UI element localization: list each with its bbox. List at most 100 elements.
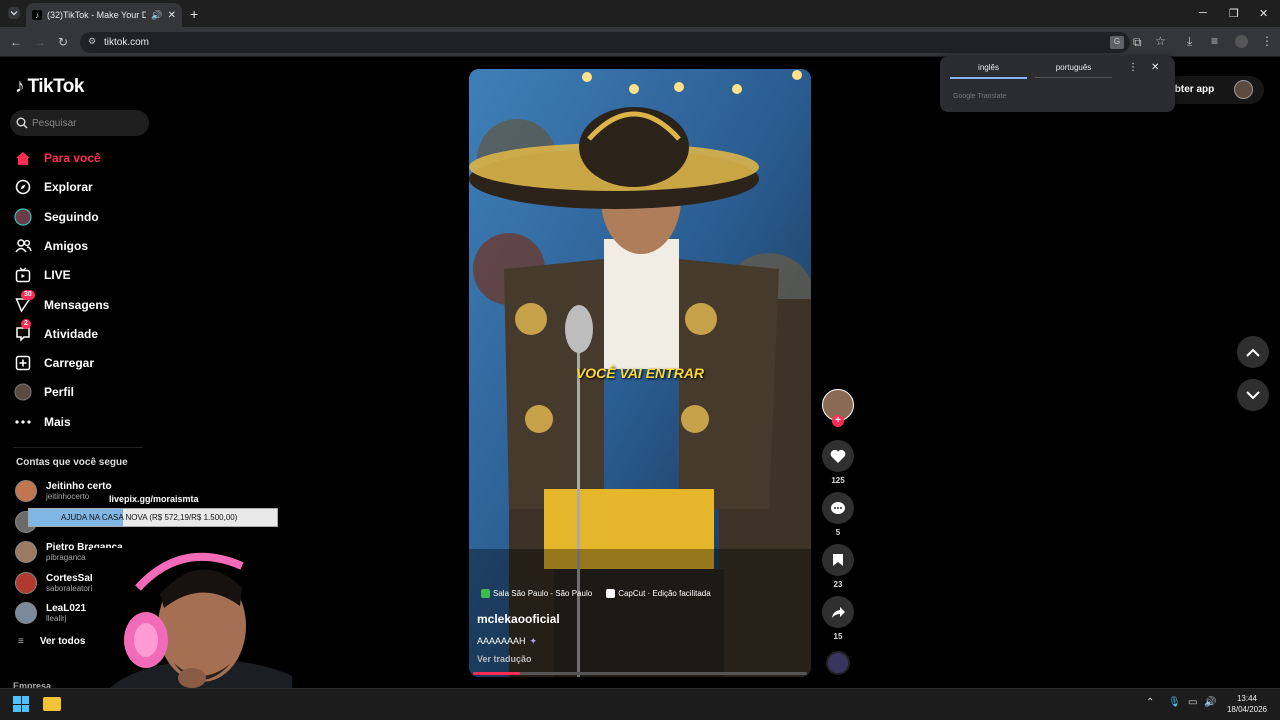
microphone-icon[interactable]: 🎙 — [1168, 697, 1181, 708]
logo-text: TikTok — [27, 76, 85, 97]
sidebar-item-live[interactable]: LIVE — [14, 263, 71, 287]
restore-button[interactable]: ❐ — [1229, 7, 1239, 20]
heart-icon — [830, 449, 846, 463]
more-icon — [14, 413, 32, 431]
minimize-button[interactable]: ─ — [1199, 7, 1207, 19]
next-video-button[interactable] — [1237, 379, 1269, 411]
reading-list-icon[interactable]: ≡ — [1211, 35, 1218, 47]
address-bar[interactable]: ⚙ tiktok.com — [80, 32, 1130, 53]
tab-search-button[interactable] — [8, 7, 20, 19]
see-translation-link[interactable]: Ver tradução — [477, 654, 532, 664]
volume-icon[interactable]: 🔊 — [1204, 697, 1216, 708]
capcut-text: CapCut · Edição facilitada — [618, 589, 711, 598]
windows-start-icon[interactable] — [13, 696, 29, 712]
like-button[interactable] — [822, 440, 854, 472]
upload-icon — [14, 354, 32, 372]
sidebar-item-para-voc-[interactable]: Para você — [14, 146, 101, 170]
url-text: tiktok.com — [104, 37, 150, 48]
account-info: Jeitinho certo jeitinhocerto — [46, 481, 112, 501]
capcut-tag[interactable]: CapCut · Edição facilitada — [606, 589, 711, 598]
network-icon[interactable]: ▭ — [1188, 697, 1197, 708]
capcut-icon — [606, 589, 616, 598]
profile-avatar-icon[interactable] — [1235, 35, 1248, 48]
following-heading: Contas que você segue — [16, 457, 128, 468]
donation-goal-bar: AJUDA NA CASA NOVA (R$ 572,19/R$ 1.500,0… — [28, 508, 278, 527]
sidebar-item-mensagens[interactable]: 30 Mensagens — [14, 289, 109, 317]
sidebar-item-carregar[interactable]: Carregar — [14, 351, 94, 375]
clock-date: 18/04/2026 — [1226, 705, 1268, 714]
audio-icon[interactable]: 🔊 — [151, 10, 162, 21]
clock-time: 13:44 — [1236, 694, 1258, 703]
user-avatar[interactable] — [1234, 80, 1253, 99]
description-text: AAAAAAAH — [477, 636, 526, 646]
friends-icon — [14, 237, 32, 255]
divider — [13, 447, 143, 448]
lang-from-tab[interactable]: inglês — [950, 63, 1027, 79]
reload-button[interactable]: ↻ — [58, 36, 68, 48]
tiktok-logo[interactable]: ♪ TikTok — [15, 76, 84, 98]
save-count: 23 — [833, 580, 843, 589]
close-icon[interactable]: ✕ — [1151, 62, 1159, 73]
comment-button[interactable] — [822, 492, 854, 524]
file-explorer-icon[interactable] — [43, 697, 61, 711]
follow-plus-button[interactable]: + — [832, 415, 844, 427]
sidebar-item-label: Explorar — [44, 180, 93, 195]
translate-icon[interactable]: G — [1110, 36, 1124, 49]
search-placeholder: Pesquisar — [32, 117, 77, 129]
share-icon — [831, 606, 845, 618]
account-avatar — [15, 541, 37, 563]
save-button[interactable] — [822, 544, 854, 576]
notification-badge: 30 — [21, 289, 35, 300]
following-account[interactable]: LeaL021 lleallrj — [15, 600, 86, 626]
share-button[interactable] — [822, 596, 854, 628]
lang-to-tab[interactable]: português — [1035, 63, 1112, 78]
music-disc-icon[interactable] — [826, 651, 850, 675]
close-window-button[interactable]: ✕ — [1259, 7, 1268, 20]
account-username: jeitinhocerto — [46, 492, 90, 501]
home-icon — [14, 149, 32, 167]
comment-count: 5 — [835, 528, 841, 537]
following-avatar-icon — [14, 207, 32, 226]
search-input[interactable]: Pesquisar — [10, 110, 149, 136]
previous-video-button[interactable] — [1237, 336, 1269, 368]
video-progress-bar[interactable] — [473, 672, 807, 675]
video-player[interactable]: VOCÊ VAI ENTRAR Sala São Paulo - São Pau… — [469, 69, 811, 677]
windows-taskbar — [0, 688, 1280, 720]
download-icon[interactable]: ⤓ — [1187, 35, 1192, 47]
compass-icon — [14, 178, 32, 196]
live-icon — [14, 266, 32, 284]
like-count: 125 — [831, 476, 845, 485]
account-avatar — [15, 480, 37, 502]
close-tab-icon[interactable]: ✕ — [168, 10, 176, 21]
tray-chevron-up-icon[interactable]: ⌃ — [1146, 697, 1154, 708]
see-all-link[interactable]: ≡ Ver todos — [18, 636, 85, 647]
sidebar-item-amigos[interactable]: Amigos — [14, 234, 88, 258]
video-author[interactable]: mclekaooficial — [477, 612, 560, 626]
chrome-menu-icon[interactable]: ⋮ — [1261, 35, 1273, 47]
translate-menu-icon[interactable]: ⋮ — [1128, 62, 1138, 73]
list-icon: ≡ — [18, 636, 24, 647]
site-info-icon[interactable]: ⚙ — [88, 36, 96, 47]
sidebar-item-atividade[interactable]: 2 Atividade — [14, 318, 98, 346]
sidebar-item-mais[interactable]: Mais — [14, 410, 71, 434]
back-button[interactable]: ← — [10, 36, 22, 48]
sidebar-item-perfil[interactable]: Perfil — [14, 380, 74, 404]
streamer-webcam-image — [92, 548, 292, 688]
search-icon — [16, 117, 28, 129]
account-name: LeaL021 — [46, 603, 87, 614]
sidebar-item-explorar[interactable]: Explorar — [14, 175, 93, 199]
clock[interactable]: 13:44 18/04/2026 — [1222, 693, 1272, 715]
sidebar-item-label: Para você — [44, 151, 101, 165]
cast-icon[interactable]: ⧉ — [1133, 36, 1142, 48]
sidebar-item-label: Amigos — [44, 238, 89, 253]
following-account[interactable]: Jeitinho certo jeitinhocerto — [15, 478, 112, 504]
bookmark-star-icon[interactable]: ☆ — [1155, 35, 1166, 47]
location-tag[interactable]: Sala São Paulo - São Paulo — [481, 589, 592, 598]
profile-avatar-icon — [14, 383, 32, 401]
new-tab-button[interactable]: + — [190, 6, 198, 22]
browser-tab[interactable]: ♪ (32)TikTok - Make Your Day 🔊 ✕ — [26, 3, 182, 27]
sidebar-item-seguindo[interactable]: Seguindo — [14, 205, 99, 229]
video-progress-fill — [473, 672, 520, 675]
video-caption-overlay: VOCÊ VAI ENTRAR — [575, 365, 705, 381]
forward-button[interactable]: → — [34, 36, 46, 48]
